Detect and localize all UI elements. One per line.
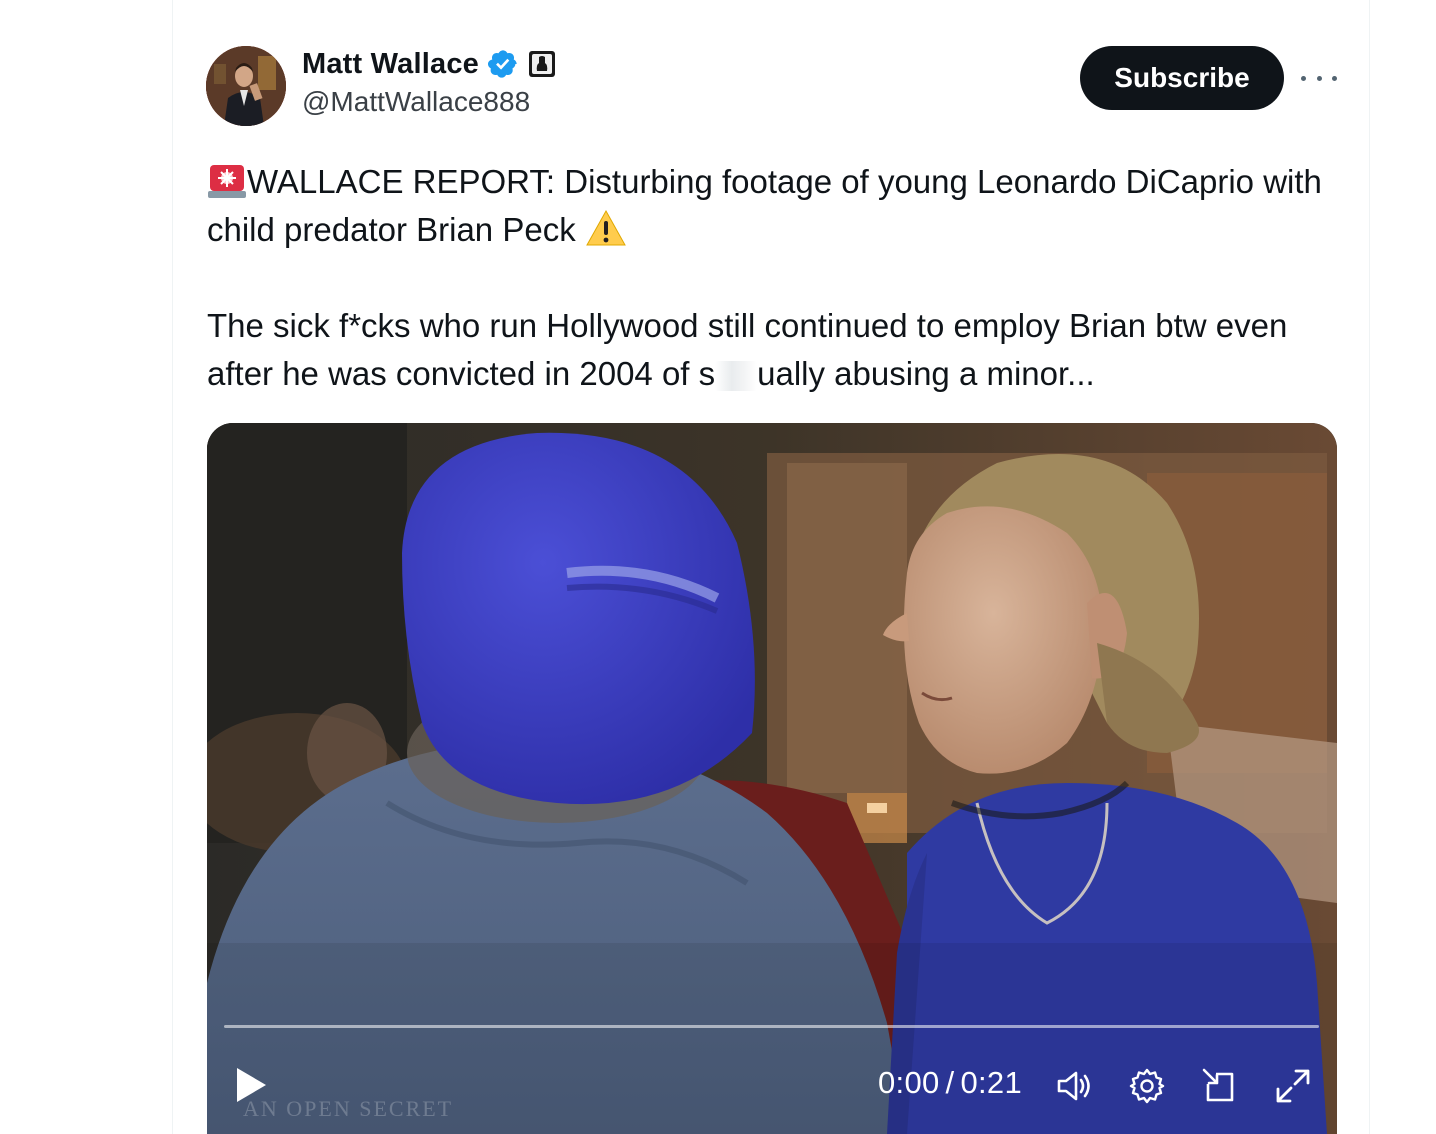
tweet-body: WALLACE REPORT: Disturbing footage of yo… [207,158,1347,398]
video-time-readout: 0:00 / 0:21 [878,1065,1022,1101]
video-progress-bar[interactable] [224,1025,1319,1028]
tweet-paragraph-2: The sick f*cks who run Hollywood still c… [207,302,1347,398]
fullscreen-icon[interactable] [1273,1066,1313,1106]
tweet-paragraph-2-line-b: ually abusing a minor... [757,355,1095,392]
author-handle[interactable]: @MattWallace888 [302,86,530,118]
volume-icon[interactable] [1054,1066,1094,1106]
avatar-image [206,46,286,126]
subscribe-button[interactable]: Subscribe [1080,46,1284,110]
video-time-separator: / [945,1065,955,1100]
author-name-row: Matt Wallace [302,44,557,84]
more-dot [1332,75,1337,81]
verified-badge-icon[interactable] [487,48,519,80]
video-current-time: 0:00 [878,1065,940,1100]
play-icon[interactable] [233,1065,269,1105]
more-dot [1316,75,1322,81]
left-gutter [0,0,173,1134]
right-gutter [1369,0,1436,1134]
settings-gear-icon[interactable] [1127,1066,1167,1106]
video-player[interactable]: AN OPEN SECRET 0:00 / 0:21 [207,423,1337,1134]
siren-emoji-icon [208,165,246,198]
author-display-name[interactable]: Matt Wallace [302,48,479,81]
avatar[interactable] [206,46,286,126]
redaction-blur [715,361,758,391]
tweet-card: Matt Wallace @MattWallace888 Subscribe W… [173,0,1369,1134]
video-watermark: AN OPEN SECRET [243,1096,454,1121]
warning-emoji-icon [586,209,626,246]
video-duration: 0:21 [960,1065,1023,1100]
tweet-paragraph-1: WALLACE REPORT: Disturbing footage of yo… [207,158,1347,254]
more-options-icon[interactable] [1301,66,1337,90]
tweet-paragraph-1-text: WALLACE REPORT: Disturbing footage of yo… [207,163,1322,248]
popout-icon[interactable] [1200,1066,1240,1106]
more-dot [1301,75,1306,81]
affiliate-badge-icon[interactable] [527,49,557,79]
